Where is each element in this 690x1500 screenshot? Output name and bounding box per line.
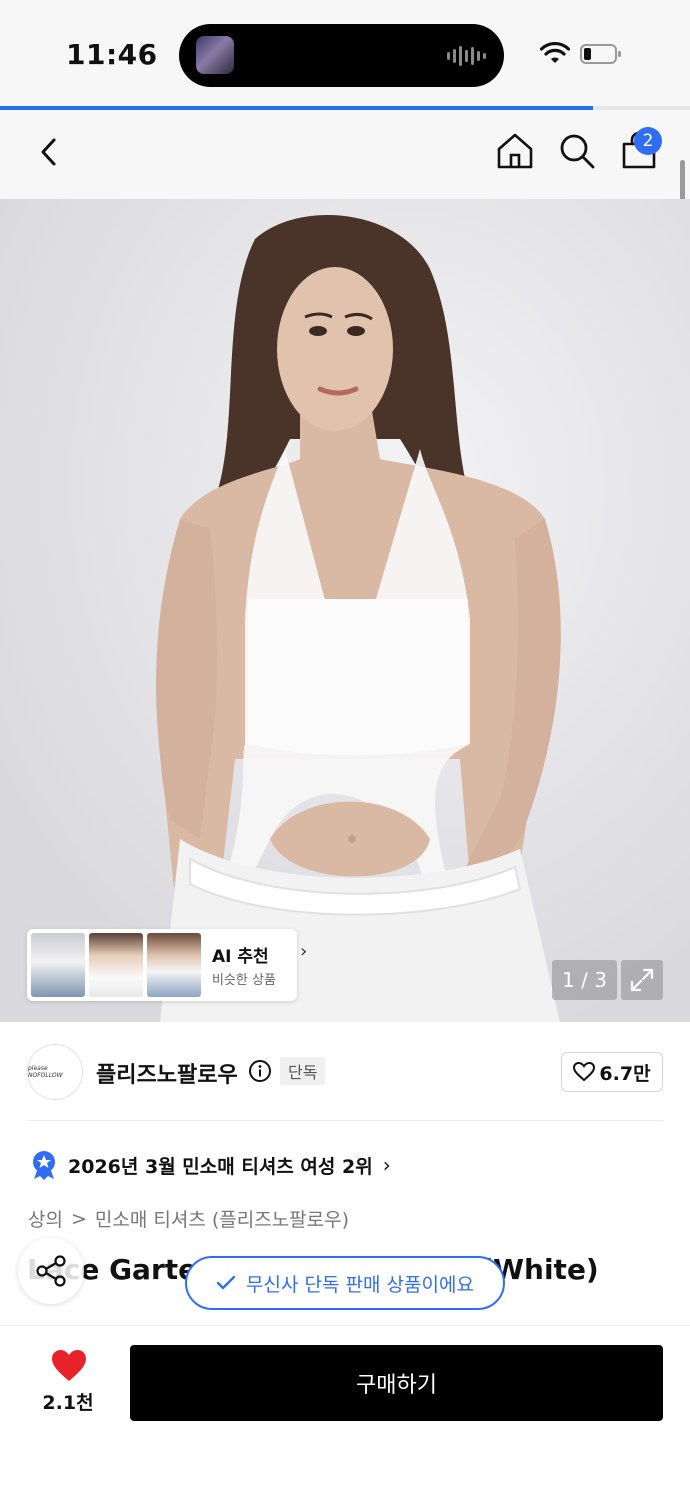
- breadcrumb-category[interactable]: 상의: [28, 1205, 63, 1232]
- brand-logo[interactable]: please NOFOLLOW: [27, 1044, 83, 1100]
- brand-name[interactable]: 플리즈노팔로우: [96, 1057, 238, 1089]
- ai-recommendation-title: AI 추천: [212, 947, 269, 967]
- ranking-medal-icon: [33, 1151, 55, 1180]
- share-icon: [36, 1255, 66, 1287]
- ranking-text: 2026년 3월 민소매 티셔츠 여성 2위: [68, 1155, 373, 1178]
- exclusive-toast: 무신사 단독 판매 상품이에요: [185, 1256, 505, 1310]
- toast-text: 무신사 단독 판매 상품이에요: [246, 1273, 474, 1296]
- divider: [27, 1120, 663, 1121]
- home-icon[interactable]: [494, 130, 536, 172]
- recommendation-thumbnail[interactable]: [89, 933, 143, 997]
- recommendation-thumbnail[interactable]: [147, 933, 201, 997]
- battery-icon: [580, 44, 621, 64]
- expand-icon: [630, 968, 654, 992]
- dynamic-island: [179, 24, 504, 87]
- ai-recommendation-subtitle: 비슷한 상품: [212, 973, 276, 988]
- exclusive-badge: 단독: [280, 1057, 326, 1085]
- wifi-icon: [540, 42, 570, 63]
- nav-bar: [0, 110, 690, 199]
- search-icon[interactable]: [556, 130, 598, 172]
- brand-like-count: 6.7만: [599, 1062, 651, 1085]
- check-icon: [216, 1275, 236, 1290]
- expand-image-button[interactable]: [621, 960, 663, 1000]
- favorite-count: 2.1천: [42, 1392, 94, 1414]
- status-time: 11:46: [66, 38, 158, 71]
- status-bar: 11:46: [0, 0, 690, 106]
- brand-logo-text: please NOFOLLOW: [28, 1065, 63, 1079]
- breadcrumb-separator: >: [70, 1207, 87, 1230]
- share-button[interactable]: [18, 1238, 84, 1304]
- image-page-counter: 1 / 3: [552, 960, 617, 1000]
- brand-like-button[interactable]: 6.7만: [561, 1052, 663, 1092]
- heart-filled-icon[interactable]: [50, 1348, 88, 1384]
- breadcrumb: 상의 > 민소매 티셔츠 (플리즈노팔로우): [28, 1205, 349, 1232]
- cart-count-badge: 2: [634, 127, 662, 155]
- product-main-image[interactable]: [0, 199, 690, 1022]
- ranking-link[interactable]: 2026년 3월 민소매 티셔츠 여성 2위 ›: [30, 1150, 391, 1180]
- info-icon[interactable]: [248, 1059, 272, 1083]
- buy-button[interactable]: 구매하기: [130, 1345, 663, 1421]
- ai-recommendation-card[interactable]: AI 추천 › 비슷한 상품: [27, 929, 307, 1001]
- breadcrumb-subcategory[interactable]: 민소매 티셔츠 (플리즈노팔로우): [95, 1205, 349, 1232]
- model-photo-illustration: [0, 199, 690, 1022]
- back-arrow-icon[interactable]: [30, 132, 70, 172]
- chevron-right-icon: ›: [300, 941, 308, 962]
- audio-waveform-icon: [447, 46, 486, 66]
- recommendation-thumbnail[interactable]: [31, 933, 85, 997]
- chevron-right-icon: ›: [382, 1153, 391, 1177]
- heart-outline-icon: [573, 1062, 596, 1082]
- now-playing-artwork: [196, 36, 234, 74]
